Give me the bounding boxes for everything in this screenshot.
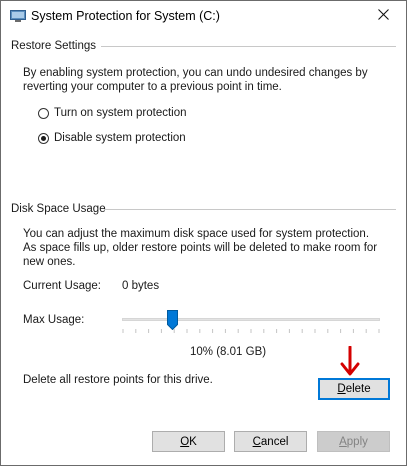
current-usage-value: 0 bytes <box>122 280 160 292</box>
restore-settings-header-label: Restore Settings <box>11 40 97 52</box>
cancel-mnemonic: C <box>252 435 261 448</box>
radio-unchecked-icon <box>38 107 49 119</box>
delete-button[interactable]: Delete <box>318 378 390 400</box>
disk-space-header-label: Disk Space Usage <box>11 203 106 215</box>
delete-button-label: Delete <box>337 383 370 395</box>
system-protection-dialog: System Protection for System (C:) Restor… <box>0 0 407 466</box>
red-down-arrow-icon <box>339 345 361 377</box>
max-usage-slider-thumb[interactable] <box>166 310 178 331</box>
ok-mnemonic: O <box>180 435 190 448</box>
cancel-button-label: Cancel <box>253 436 289 448</box>
disable-protection-radio[interactable]: Disable system protection <box>38 131 186 145</box>
restore-settings-divider <box>101 46 396 47</box>
disk-space-description: You can adjust the maximum disk space us… <box>23 228 378 268</box>
ok-button[interactable]: OK <box>152 431 225 452</box>
delete-mnemonic: D <box>337 383 346 395</box>
delete-description: Delete all restore points for this drive… <box>23 374 213 386</box>
max-usage-value: 10% (8.01 GB) <box>190 346 267 358</box>
turn-on-protection-radio[interactable]: Turn on system protection <box>38 106 187 120</box>
apply-button-label: Apply <box>339 436 368 448</box>
restore-settings-header: Restore Settings <box>11 39 96 53</box>
radio-checked-icon <box>38 132 49 144</box>
apply-mnemonic: A <box>339 435 347 448</box>
disable-protection-label: Disable system protection <box>54 132 186 144</box>
restore-settings-description: By enabling system protection, you can u… <box>23 67 368 93</box>
apply-button[interactable]: Apply <box>317 431 390 452</box>
max-usage-label: Max Usage: <box>23 314 85 326</box>
disk-space-header: Disk Space Usage <box>11 202 106 216</box>
apply-rest: pply <box>346 435 368 448</box>
cancel-button[interactable]: Cancel <box>234 431 307 452</box>
current-usage-label: Current Usage: <box>23 280 101 292</box>
close-button[interactable] <box>360 1 406 31</box>
window-title: System Protection for System (C:) <box>31 9 220 23</box>
ok-button-label: OK <box>180 436 197 448</box>
delete-rest: elete <box>345 383 371 395</box>
disk-space-divider <box>104 209 396 210</box>
ok-rest: K <box>189 435 197 448</box>
max-usage-slider-track[interactable] <box>122 318 380 321</box>
close-icon <box>377 9 389 23</box>
title-bar: System Protection for System (C:) <box>1 1 406 31</box>
system-properties-icon <box>10 10 26 22</box>
turn-on-protection-label: Turn on system protection <box>54 107 187 119</box>
max-usage-slider-ticks <box>122 329 380 333</box>
cancel-rest: ancel <box>260 435 289 448</box>
